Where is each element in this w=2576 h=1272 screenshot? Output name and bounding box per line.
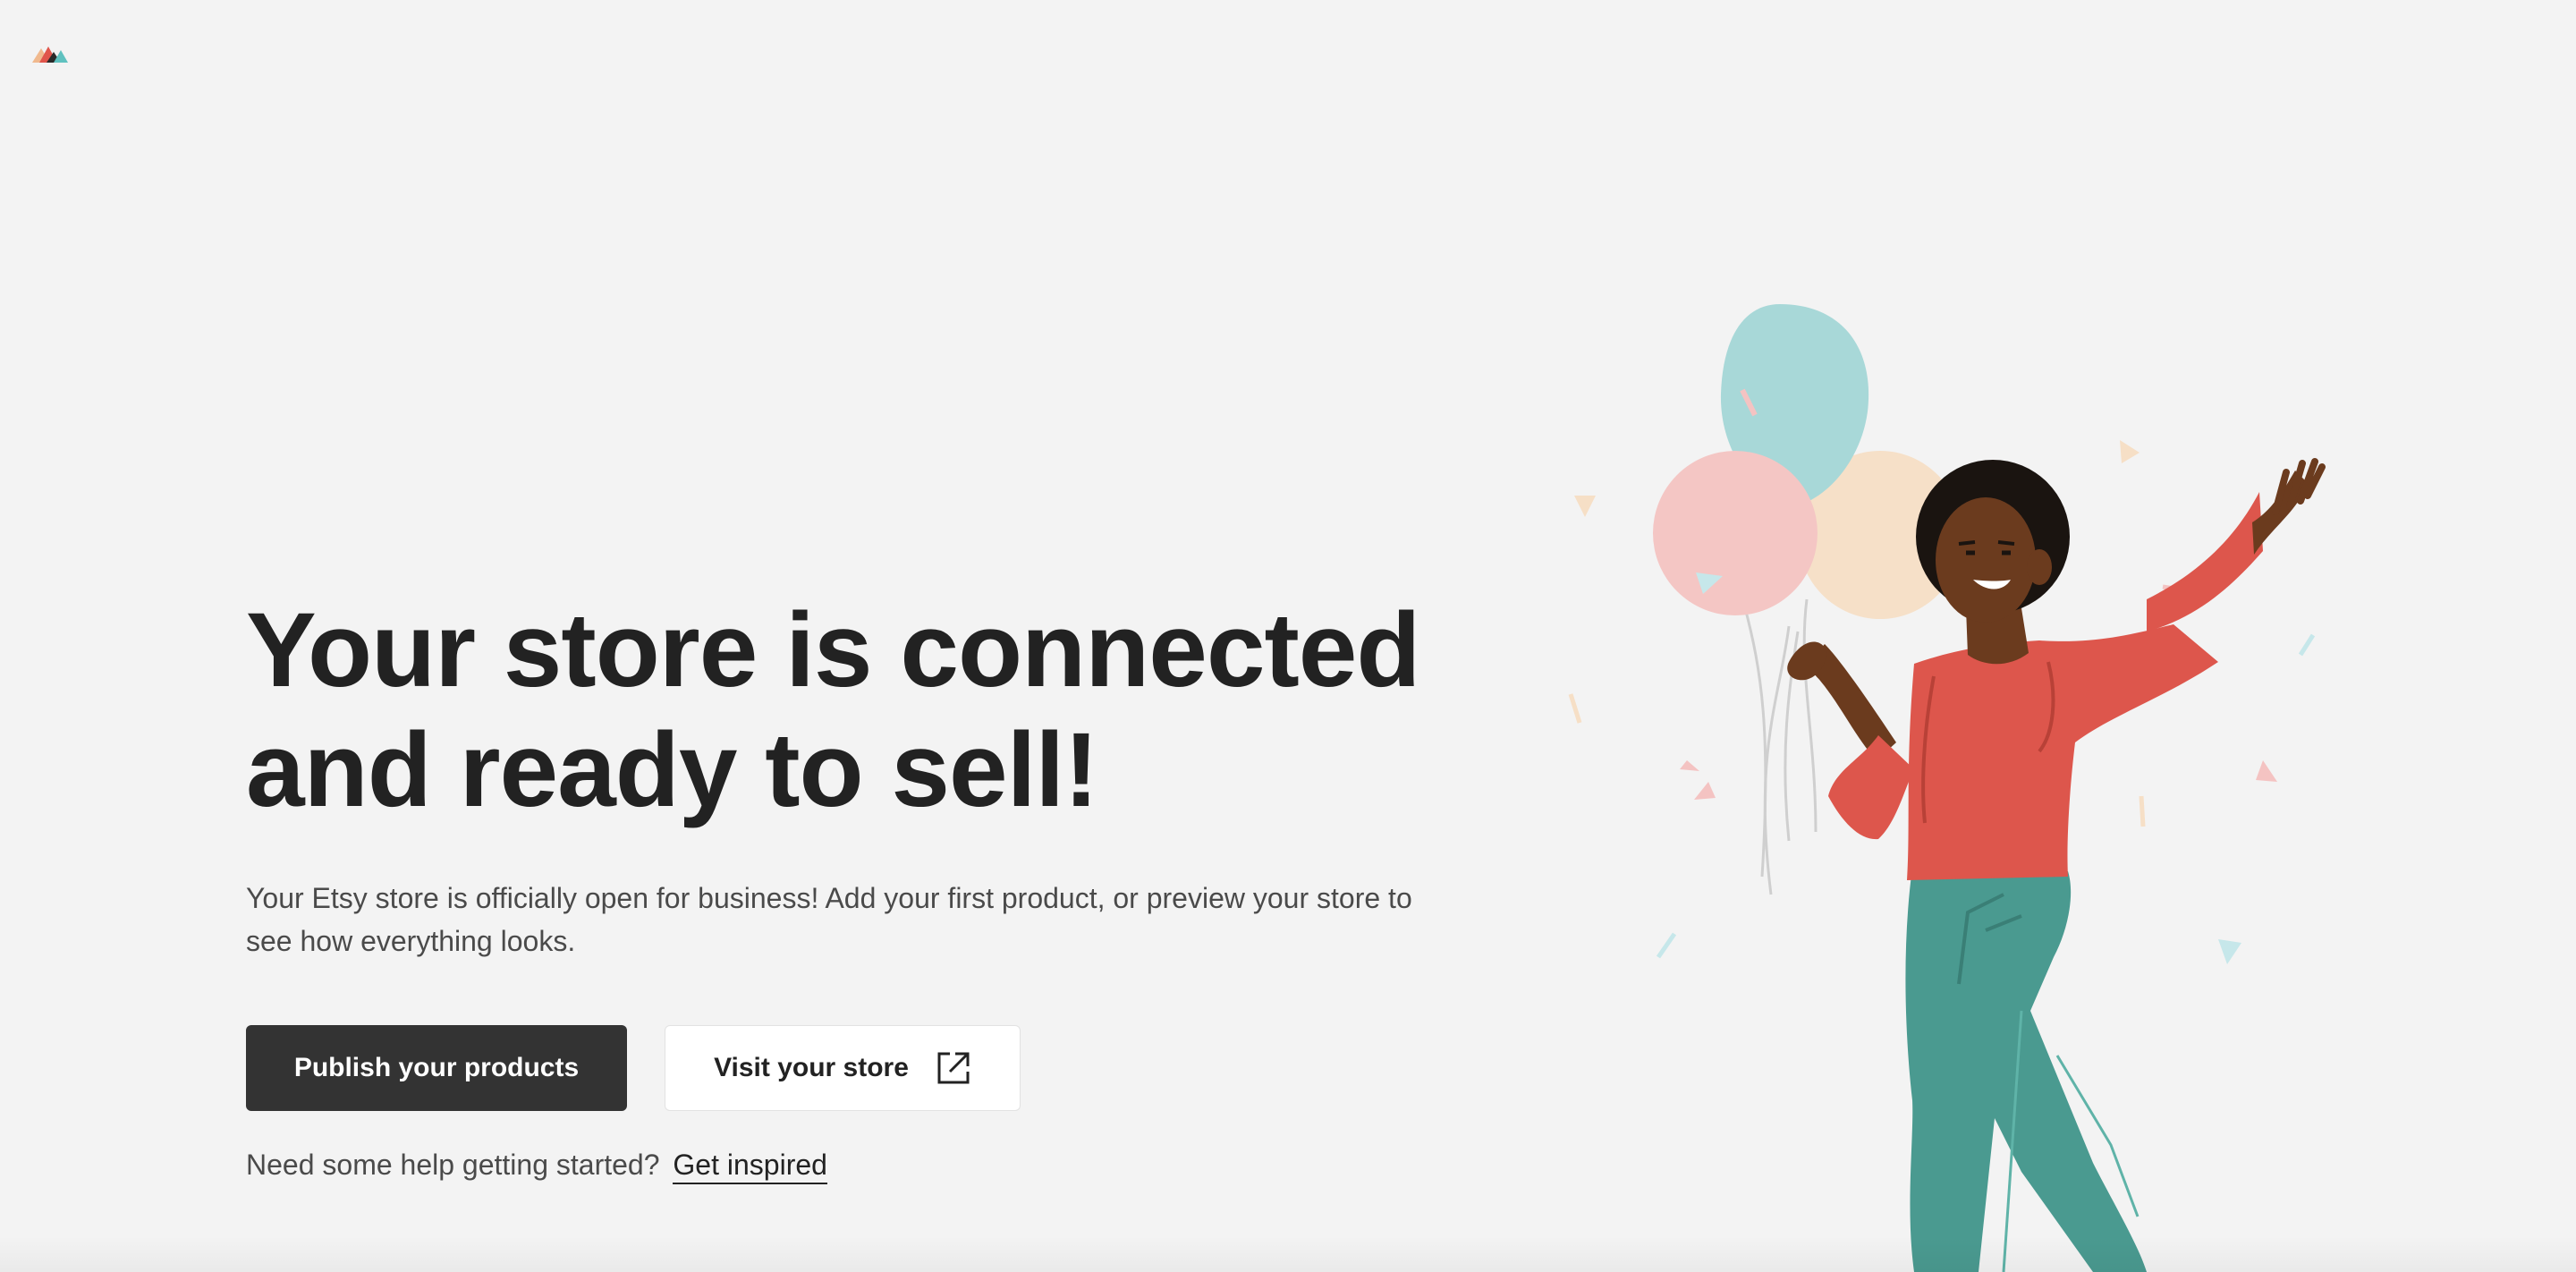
balloons <box>1653 304 1962 619</box>
bottom-shade <box>0 1236 2576 1272</box>
help-prompt: Need some help getting started? <box>246 1149 660 1181</box>
page: Your store is connected and ready to sel… <box>0 0 2576 1272</box>
page-title: Your store is connected and ready to sel… <box>246 590 1498 830</box>
publish-products-label: Publish your products <box>293 1053 580 1082</box>
help-text: Need some help getting started? Get insp… <box>246 1149 1498 1184</box>
headline-line-2: and ready to sell! <box>246 711 1099 829</box>
woman-with-balloons-illustration <box>1568 304 2326 1272</box>
publish-products-button[interactable]: Publish your products <box>246 1025 627 1111</box>
visit-store-label: Visit your store <box>714 1053 909 1082</box>
visit-store-button[interactable]: Visit your store <box>665 1025 1021 1111</box>
hero-section: Your store is connected and ready to sel… <box>246 590 1498 1184</box>
headline-line-1: Your store is connected <box>246 591 1420 709</box>
action-buttons: Publish your products Visit your store <box>246 1025 1498 1111</box>
external-link-icon <box>937 1052 970 1084</box>
balloon-strings <box>1742 598 1818 895</box>
get-inspired-link[interactable]: Get inspired <box>673 1149 827 1184</box>
hero-description: Your Etsy store is officially open for b… <box>246 882 1412 957</box>
mountain-logo-icon[interactable] <box>32 45 72 64</box>
